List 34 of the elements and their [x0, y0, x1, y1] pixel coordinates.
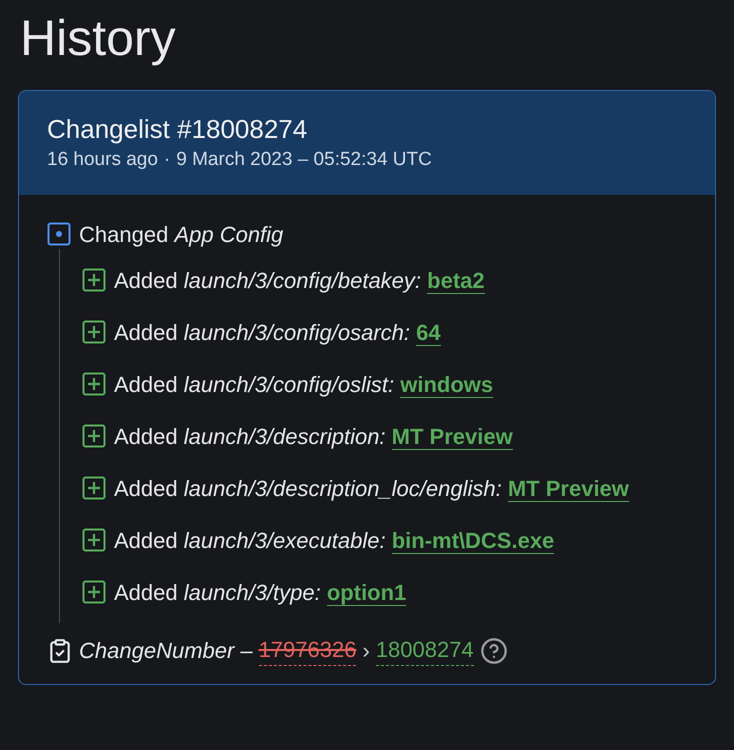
help-icon[interactable] [480, 636, 508, 664]
plus-square-icon [82, 320, 106, 344]
change-label: Added launch/3/config/betakey: [114, 268, 422, 293]
plus-square-icon [82, 268, 106, 292]
page-title: History [19, 9, 177, 68]
value-link[interactable]: windows [400, 372, 494, 398]
old-value: 17976326 [258, 635, 356, 666]
dot-square-icon [47, 222, 71, 246]
change-label: Added launch/3/config/osarch: [114, 320, 410, 345]
arrow: › [362, 636, 370, 664]
value-link[interactable]: MT Preview [392, 424, 513, 450]
value-link[interactable]: MT Preview [508, 476, 629, 502]
change-label: Added launch/3/config/oslist: [114, 372, 394, 397]
value-link[interactable]: bin-mt\DCS.exe [392, 528, 554, 554]
plus-square-icon [82, 528, 106, 552]
plus-square-icon [82, 372, 106, 396]
new-value: 18008274 [376, 635, 474, 666]
plus-square-icon [82, 424, 106, 448]
separator-dot: · [164, 148, 170, 172]
value-link[interactable]: beta2 [427, 268, 485, 294]
plus-square-icon [82, 476, 106, 500]
value-link[interactable]: 64 [416, 320, 441, 346]
relative-time: 16 hours ago [47, 148, 158, 172]
field-name: ChangeNumber [79, 636, 234, 665]
plus-square-icon [82, 580, 106, 604]
change-label: Added launch/3/type: [114, 580, 321, 605]
changelist-title: Changelist #18008274 [47, 113, 308, 145]
value-link[interactable]: option1 [326, 580, 406, 606]
change-label: Added launch/3/executable: [114, 528, 386, 553]
change-label: Added launch/3/description: [114, 424, 386, 449]
group-label: Changed App Config [79, 220, 284, 249]
change-label: Added launch/3/description_loc/english: [114, 476, 502, 501]
dash: – [240, 636, 253, 664]
timestamp: 9 March 2023 – 05:52:34 UTC [176, 148, 432, 172]
